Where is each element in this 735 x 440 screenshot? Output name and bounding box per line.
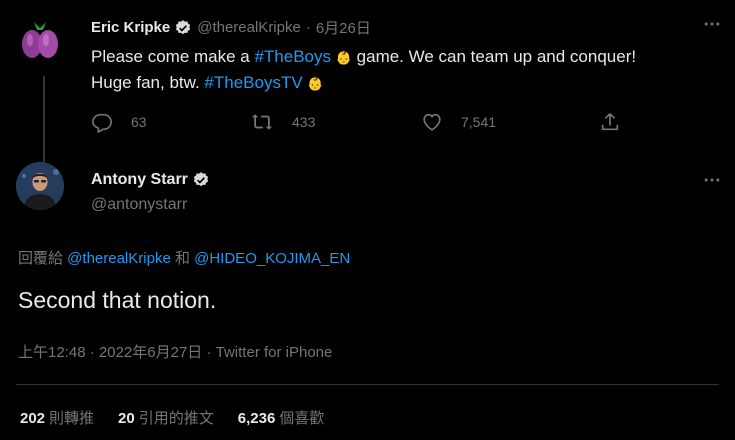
share-icon bbox=[601, 113, 619, 131]
more-icon bbox=[704, 22, 720, 26]
baby-emoji-icon: 👶 bbox=[335, 50, 352, 65]
author-handle[interactable]: @antonystarr bbox=[91, 196, 187, 214]
main-tweet-text: Second that notion. bbox=[18, 287, 217, 313]
hashtag-theboystv-link[interactable]: #TheBoysTV bbox=[204, 73, 302, 92]
retweets-count: 202 bbox=[20, 410, 46, 427]
reply-icon bbox=[92, 113, 112, 133]
and-label: 和 bbox=[170, 250, 195, 267]
mention-therealkripke-link[interactable]: @therealKripke bbox=[67, 250, 171, 267]
mention-hideo-kojima-link[interactable]: @HIDEO_KOJIMA_EN bbox=[194, 250, 350, 267]
reply-button[interactable]: 63 bbox=[91, 111, 147, 133]
likes-stat[interactable]: 6,236 個喜歡 bbox=[238, 407, 325, 428]
like-button[interactable]: 7,541 bbox=[421, 111, 496, 133]
replying-to-label: 回覆給 bbox=[18, 250, 68, 267]
likes-count: 6,236 bbox=[237, 410, 276, 427]
separator: · bbox=[206, 344, 212, 361]
tweet-date[interactable]: 6月26日 bbox=[316, 17, 371, 38]
hashtag-theboys-link[interactable]: #TheBoys bbox=[254, 47, 331, 66]
separator: · bbox=[89, 344, 95, 361]
likes-label: 個喜歡 bbox=[279, 410, 325, 427]
thread-connector-line bbox=[43, 76, 45, 164]
reply-count: 63 bbox=[131, 114, 147, 130]
quotes-count: 20 bbox=[118, 410, 135, 427]
text-segment: Please come make a bbox=[91, 47, 255, 66]
parent-tweet-text: Please come make a #TheBoys 👶 game. We c… bbox=[91, 44, 721, 96]
more-icon bbox=[704, 178, 720, 182]
profile-photo-icon bbox=[16, 162, 64, 210]
author-name[interactable]: Antony Starr bbox=[91, 171, 188, 189]
text-segment: Huge fan, btw. bbox=[91, 73, 205, 92]
tweet-stats: 202 則轉推 20 引用的推文 6,236 個喜歡 bbox=[20, 407, 324, 428]
retweets-label: 則轉推 bbox=[49, 410, 95, 427]
eric-kripke-avatar[interactable] bbox=[16, 14, 64, 62]
baby-emoji-icon: 👶 bbox=[307, 76, 324, 91]
parent-tweet-header: Eric Kripke @therealKripke · 6月26日 bbox=[91, 17, 371, 38]
tweet-date[interactable]: 2022年6月27日 bbox=[99, 344, 202, 361]
eggplant-avatar-icon bbox=[16, 14, 64, 62]
verified-badge-icon bbox=[193, 172, 209, 187]
parent-tweet-line1: Please come make a #TheBoys 👶 game. We c… bbox=[91, 44, 721, 70]
parent-tweet-line2: Huge fan, btw. #TheBoysTV 👶 bbox=[91, 70, 721, 96]
antony-starr-avatar[interactable] bbox=[16, 162, 64, 210]
quotes-stat[interactable]: 20 引用的推文 bbox=[118, 407, 214, 428]
retweets-stat[interactable]: 202 則轉推 bbox=[20, 407, 94, 428]
quotes-label: 引用的推文 bbox=[138, 410, 214, 427]
header-separator: · bbox=[305, 19, 311, 36]
main-tweet-header: Antony Starr bbox=[91, 171, 210, 189]
author-name[interactable]: Eric Kripke bbox=[91, 19, 170, 36]
retweet-button[interactable]: 433 bbox=[250, 111, 315, 133]
like-count: 7,541 bbox=[461, 114, 497, 130]
timestamp-line: 上午12:48 · 2022年6月27日 · Twitter for iPhon… bbox=[18, 341, 332, 362]
tweet-time[interactable]: 上午12:48 bbox=[18, 344, 86, 361]
retweet-count: 433 bbox=[292, 114, 316, 130]
share-button[interactable] bbox=[599, 111, 639, 133]
heart-icon bbox=[423, 113, 441, 131]
tweet-source[interactable]: Twitter for iPhone bbox=[216, 344, 333, 361]
retweet-icon bbox=[251, 114, 273, 130]
replying-to-line: 回覆給 @therealKripke 和 @HIDEO_KOJIMA_EN bbox=[18, 247, 350, 268]
text-segment: game. We can team up and conquer! bbox=[351, 47, 637, 66]
more-options-button[interactable] bbox=[702, 14, 722, 39]
divider bbox=[16, 384, 719, 385]
more-options-button[interactable] bbox=[702, 170, 722, 195]
author-handle[interactable]: @therealKripke bbox=[197, 19, 301, 36]
verified-badge-icon bbox=[176, 19, 191, 34]
